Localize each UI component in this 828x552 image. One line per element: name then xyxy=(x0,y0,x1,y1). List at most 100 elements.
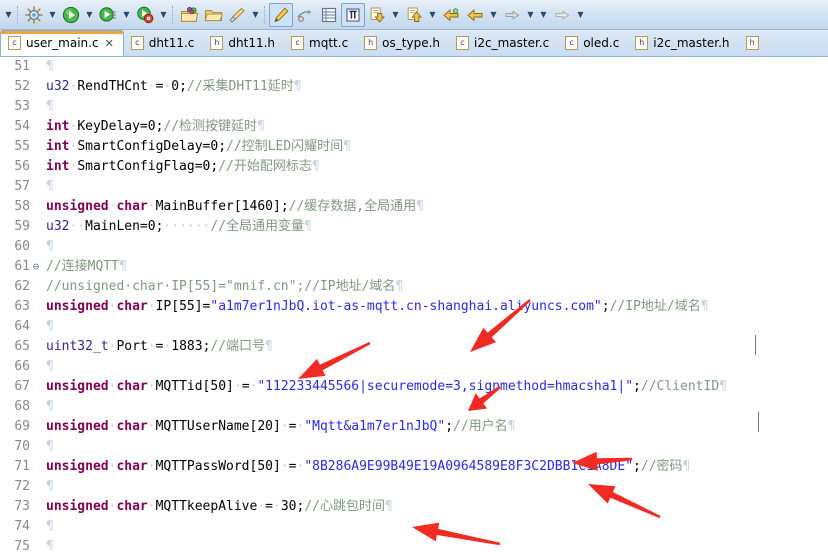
debug-dropdown-arrow[interactable]: ▼ xyxy=(2,3,15,27)
code-line[interactable]: 63 unsigned·char·IP[55]="a1m7er1nJbQ.iot-… xyxy=(0,297,828,317)
next-annotation-icon[interactable] xyxy=(365,3,389,27)
code-line[interactable]: 68 ¶ xyxy=(0,397,828,417)
code-line[interactable]: 66 ¶ xyxy=(0,357,828,377)
build-dropdown-arrow[interactable]: ▼ xyxy=(46,3,59,27)
editor-tab-bar: c user_main.c ✕ c dht11.c h dht11.h c mqtt.c h os_… xyxy=(0,30,828,57)
line-number: 54 xyxy=(14,119,30,134)
code-content[interactable]: 51 ¶ 52 u32·RendTHCnt·=·0;//采集DHT11延时¶ 53 ¶ 54… xyxy=(0,57,828,552)
code-line[interactable]: 71 unsigned·char·MQTTPassWord[50]·=·"8B28… xyxy=(0,457,828,477)
toolbar-separator xyxy=(264,5,267,24)
editor-tab-label: os_type.h xyxy=(382,36,440,50)
code-line[interactable]: 59 u32··MainLen=0;······//全局通用变量¶ xyxy=(0,217,828,237)
search-refactor-icon[interactable] xyxy=(293,3,317,27)
previous-annotation-icon[interactable] xyxy=(402,3,426,27)
line-number: 69 xyxy=(14,419,30,434)
stop-dropdown-arrow[interactable]: ▼ xyxy=(157,3,170,27)
back-history-icon[interactable] xyxy=(439,3,463,27)
editor-tab-extra[interactable]: h xyxy=(739,30,768,56)
code-line[interactable]: 62 //unsigned·char·IP[55]="mnif.cn";//IP地… xyxy=(0,277,828,297)
code-line[interactable]: 65 uint32_t·Port·=·1883;//端口号¶ xyxy=(0,337,828,357)
c-file-icon: c xyxy=(130,36,144,50)
editor-tab-dht11-c[interactable]: c dht11.c xyxy=(124,30,204,56)
line-number: 67 xyxy=(14,379,30,394)
next-annotation-dropdown-arrow[interactable]: ▼ xyxy=(389,3,402,27)
line-number: 52 xyxy=(14,79,30,94)
close-icon[interactable]: ✕ xyxy=(105,37,114,50)
code-line-text: ¶ xyxy=(46,359,54,374)
header-file-icon: h xyxy=(364,36,378,50)
open-folder-icon[interactable] xyxy=(201,3,225,27)
code-line[interactable]: 69 unsigned·char·MQTTUserName[20]·=·"Mqtt… xyxy=(0,417,828,437)
line-number: 73 xyxy=(14,499,30,514)
stop-icon[interactable] xyxy=(133,3,157,27)
new-c-project-icon[interactable] xyxy=(177,3,201,27)
code-line[interactable]: 74 ¶ xyxy=(0,517,828,537)
code-line-text: int·SmartConfigFlag=0;//开始配网标志¶ xyxy=(46,159,320,174)
editor-tab-os-type-h[interactable]: h os_type.h xyxy=(357,30,449,56)
code-line-text: int·SmartConfigDelay=0;//控制LED闪耀时间¶ xyxy=(46,139,351,154)
forward-icon-2[interactable] xyxy=(550,3,574,27)
debug-icon[interactable] xyxy=(96,3,120,27)
code-line-text: ¶ xyxy=(46,439,54,454)
editor-tab-i2c-master-h[interactable]: h i2c_master.h xyxy=(628,30,738,56)
previous-annotation-dropdown-arrow[interactable]: ▼ xyxy=(426,3,439,27)
code-line-text: unsigned·char·MQTTid[50]·=·"112233445566… xyxy=(46,379,727,394)
back-icon[interactable] xyxy=(463,3,487,27)
code-line[interactable]: 56 int·SmartConfigFlag=0;//开始配网标志¶ xyxy=(0,157,828,177)
run-dropdown-arrow[interactable]: ▼ xyxy=(83,3,96,27)
back-dropdown-arrow[interactable]: ▼ xyxy=(487,3,500,27)
code-line[interactable]: 72 ¶ xyxy=(0,477,828,497)
paintbrush-icon[interactable] xyxy=(225,3,249,27)
forward-icon[interactable] xyxy=(500,3,524,27)
code-editor[interactable]: 51 ¶ 52 u32·RendTHCnt·=·0;//采集DHT11延时¶ 53 ¶ 54… xyxy=(0,57,828,552)
c-file-icon: c xyxy=(565,36,579,50)
editor-tab-label: i2c_master.h xyxy=(653,36,730,50)
code-line[interactable]: 52 u32·RendTHCnt·=·0;//采集DHT11延时¶ xyxy=(0,77,828,97)
code-line[interactable]: 55 int·SmartConfigDelay=0;//控制LED闪耀时间¶ xyxy=(0,137,828,157)
line-number: 56 xyxy=(14,159,30,174)
code-line[interactable]: 57 ¶ xyxy=(0,177,828,197)
editor-tab-user-main-c[interactable]: c user_main.c ✕ xyxy=(0,30,124,56)
forward-dropdown-arrow[interactable]: ▼ xyxy=(524,3,537,27)
editor-tab-mqtt-c[interactable]: c mqtt.c xyxy=(284,30,357,56)
code-line[interactable]: 53 ¶ xyxy=(0,97,828,117)
debug-config-dropdown-arrow[interactable]: ▼ xyxy=(120,3,133,27)
main-toolbar: ▼ ▼ ▼ ▼ ▼ ▼ ▼ ▼ ▼ ▼ ▼ ▼ xyxy=(0,0,828,30)
code-line[interactable]: 73 unsigned·char·MQTTkeepAlive·=·30;//心跳包… xyxy=(0,497,828,517)
c-file-icon: c xyxy=(291,36,305,50)
line-number: 72 xyxy=(14,479,30,494)
editor-tab-label: mqtt.c xyxy=(309,36,349,50)
line-number: 55 xyxy=(14,139,30,154)
code-line[interactable]: 70 ¶ xyxy=(0,437,828,457)
c-file-icon: c xyxy=(456,36,469,50)
editor-tab-oled-c[interactable]: c oled.c xyxy=(558,30,628,56)
editor-tab-label: dht11.h xyxy=(228,36,276,50)
line-number: 66 xyxy=(14,359,30,374)
line-number: 51 xyxy=(14,59,30,74)
run-icon[interactable] xyxy=(59,3,83,27)
code-line[interactable]: 60 ¶ xyxy=(0,237,828,257)
extra-dropdown-arrow[interactable]: ▼ xyxy=(537,3,550,27)
fold-collapse-icon[interactable]: ⊖ xyxy=(30,257,42,277)
code-line-text: ¶ xyxy=(46,179,54,194)
extra-dropdown-arrow-2[interactable]: ▼ xyxy=(574,3,587,27)
code-line[interactable]: 54 int·KeyDelay=0;//检测按键延时¶ xyxy=(0,117,828,137)
toggle-block-selection-icon[interactable] xyxy=(341,2,365,27)
code-line[interactable]: 58 unsigned·char·MainBuffer[1460];//缓存数据,… xyxy=(0,197,828,217)
pencil-edit-icon[interactable] xyxy=(269,2,293,27)
code-line-text: ¶ xyxy=(46,59,54,74)
code-line[interactable]: 61 ⊖ //连接MQTT¶ xyxy=(0,257,828,277)
code-line[interactable]: 67 unsigned·char·MQTTid[50]·=·"1122334455… xyxy=(0,377,828,397)
brush-dropdown-arrow[interactable]: ▼ xyxy=(249,3,262,27)
build-all-icon[interactable] xyxy=(22,3,46,27)
table-view-icon[interactable] xyxy=(317,3,341,27)
header-file-icon: h xyxy=(635,36,649,50)
code-line-text: ¶ xyxy=(46,319,54,334)
line-number: 57 xyxy=(14,179,30,194)
code-line-text: unsigned·char·MQTTkeepAlive·=·30;//心跳包时间… xyxy=(46,499,393,514)
editor-tab-dht11-h[interactable]: h dht11.h xyxy=(203,30,284,56)
code-line[interactable]: 51 ¶ xyxy=(0,57,828,77)
code-line[interactable]: 64 ¶ xyxy=(0,317,828,337)
editor-tab-i2c-master-c[interactable]: c i2c_master.c xyxy=(449,30,558,56)
code-line-text: ¶ xyxy=(46,519,54,534)
